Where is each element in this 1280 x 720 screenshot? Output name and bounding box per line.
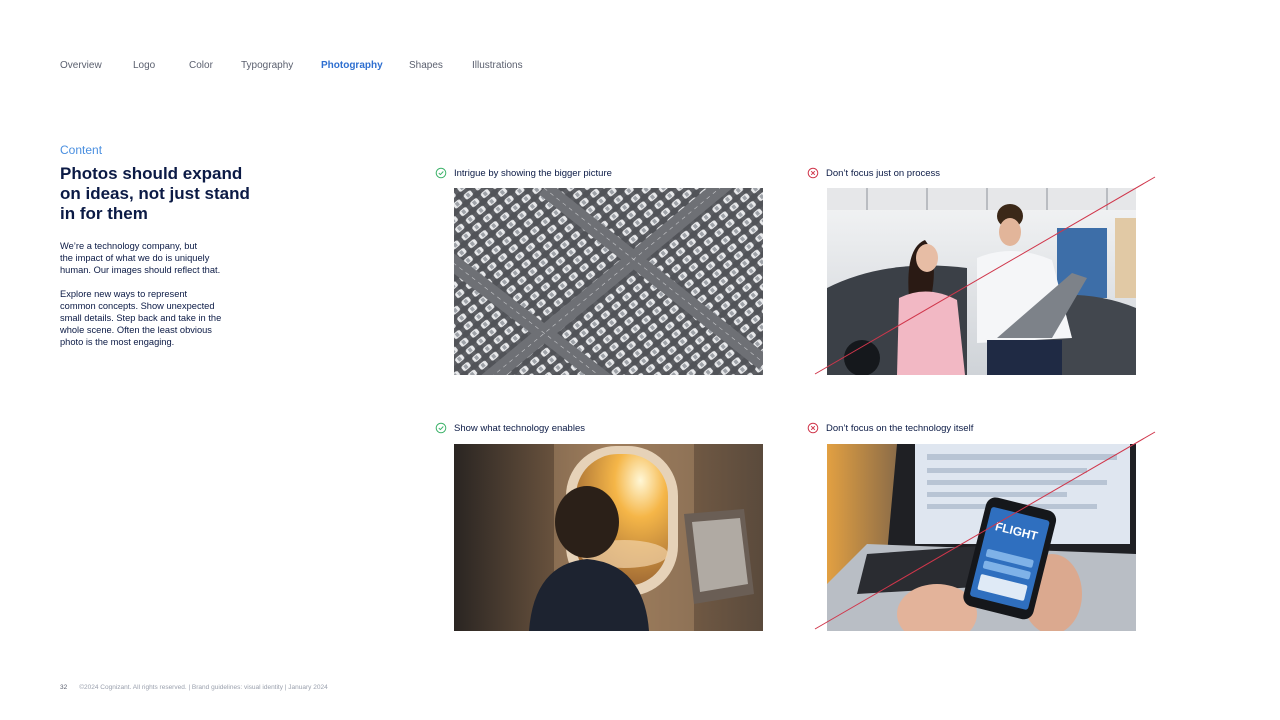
caption-do-1: Intrigue by showing the bigger picture bbox=[435, 166, 612, 180]
page-title: Photos should expand on ideas, not just … bbox=[60, 164, 250, 223]
nav-item-typography[interactable]: Typography bbox=[241, 60, 293, 71]
child-airplane-window-photo bbox=[454, 444, 763, 631]
page-number: 32 bbox=[60, 684, 68, 691]
guidance-paragraph: Explore new ways to represent common con… bbox=[60, 289, 222, 347]
footer: 32 ©2024 Cognizant. All rights reserved. … bbox=[60, 684, 328, 691]
nav-item-overview[interactable]: Overview bbox=[60, 60, 102, 71]
nav-item-logo[interactable]: Logo bbox=[133, 60, 155, 71]
nav-item-color[interactable]: Color bbox=[189, 60, 213, 71]
caption-text: Show what technology enables bbox=[454, 422, 585, 434]
nav-item-photography[interactable]: Photography bbox=[321, 60, 383, 71]
nav-item-illustrations[interactable]: Illustrations bbox=[472, 60, 523, 71]
phone-flight-app-photo: FLIGHT bbox=[827, 444, 1136, 631]
aerial-parking-lot-photo bbox=[454, 188, 763, 375]
caption-text: Intrigue by showing the bigger picture bbox=[454, 167, 612, 179]
intro-paragraph: We’re a technology company, but the impa… bbox=[60, 241, 221, 275]
x-circle-icon bbox=[807, 422, 819, 434]
footer-text: ©2024 Cognizant. All rights reserved. | … bbox=[79, 684, 328, 691]
check-circle-icon bbox=[435, 422, 447, 434]
caption-text: Don’t focus just on process bbox=[826, 167, 941, 179]
caption-do-2: Show what technology enables bbox=[435, 421, 585, 435]
caption-dont-1: Don’t focus just on process bbox=[807, 166, 940, 180]
section-eyebrow: Content bbox=[60, 143, 103, 157]
two-people-with-laptop-photo bbox=[827, 188, 1136, 375]
caption-dont-2: Don’t focus on the technology itself bbox=[807, 421, 973, 435]
check-circle-icon bbox=[435, 167, 447, 179]
nav-item-shapes[interactable]: Shapes bbox=[409, 60, 443, 71]
caption-text: Don’t focus on the technology itself bbox=[826, 422, 974, 434]
x-circle-icon bbox=[807, 167, 819, 179]
